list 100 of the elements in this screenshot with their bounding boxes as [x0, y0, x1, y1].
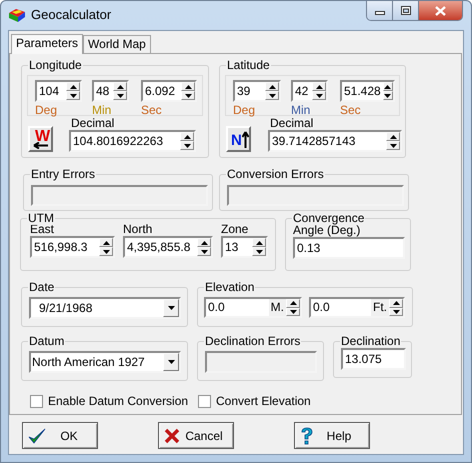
spin-down-button[interactable]: [197, 247, 211, 256]
group-label: Elevation: [204, 280, 256, 294]
number-field[interactable]: 48: [92, 80, 129, 102]
tab[interactable]: Parameters: [11, 34, 84, 54]
spin-down-button[interactable]: [66, 91, 80, 100]
group-label: Longitude: [28, 58, 83, 72]
field-label: Min: [291, 103, 312, 117]
help-button[interactable]: Help: [294, 422, 370, 449]
down-triangle-icon: [290, 310, 296, 314]
spin-up-button[interactable]: [386, 132, 400, 141]
number-field[interactable]: 4,395,855.8: [123, 236, 213, 258]
up-triangle-icon: [184, 84, 192, 88]
up-triangle-icon: [200, 240, 208, 244]
number-field[interactable]: 0.0 Ft.: [309, 297, 405, 318]
field-label: Min: [92, 103, 112, 117]
spin-up-button[interactable]: [312, 82, 326, 91]
spin-up-button[interactable]: [113, 82, 127, 91]
down-triangle-icon: [268, 94, 276, 98]
down-triangle-icon: [184, 144, 190, 148]
group-label: Declination: [340, 334, 402, 348]
field-label: Sec: [340, 103, 362, 117]
down-triangle-icon: [168, 306, 174, 310]
up-triangle-icon: [256, 240, 262, 244]
spin-up-button[interactable]: [66, 82, 80, 91]
checkbox[interactable]: [198, 394, 211, 408]
down-triangle-icon: [390, 144, 396, 148]
field-label: East: [30, 222, 56, 236]
window-title: Geocalculator: [31, 7, 112, 23]
left-arrow-icon: [33, 142, 48, 149]
group-label: Entry Errors: [30, 167, 96, 181]
number-field[interactable]: 13: [221, 236, 268, 258]
dropdown-field[interactable]: North American 1927: [29, 351, 181, 373]
hemisphere-button[interactable]: W: [28, 126, 53, 152]
ok-button[interactable]: OK: [22, 422, 98, 449]
spin-up-button[interactable]: [286, 299, 300, 308]
spin-down-button[interactable]: [181, 91, 195, 100]
spin-down-button[interactable]: [99, 247, 113, 256]
spin-down-button[interactable]: [386, 141, 400, 150]
spin-up-button[interactable]: [180, 132, 194, 141]
up-triangle-icon: [268, 84, 276, 88]
number-field[interactable]: 13.075: [341, 348, 406, 370]
down-triangle-icon: [384, 94, 392, 98]
up-triangle-icon: [116, 84, 124, 88]
number-field[interactable]: 104: [35, 80, 82, 102]
spin-down-button[interactable]: [180, 141, 194, 150]
dropdown-button[interactable]: [163, 353, 179, 371]
close-icon: [435, 6, 446, 16]
down-triangle-icon: [70, 94, 76, 98]
question-icon: [300, 426, 314, 444]
spin-up-button[interactable]: [181, 82, 195, 91]
checkbox[interactable]: [30, 394, 43, 408]
maximize-button[interactable]: [393, 1, 419, 20]
dropdown-button[interactable]: [163, 299, 179, 317]
minimize-button[interactable]: [367, 1, 393, 20]
number-field[interactable]: 0.0 M.: [204, 297, 302, 318]
close-button[interactable]: [419, 1, 462, 20]
field-label: Zone: [221, 222, 250, 236]
down-triangle-icon: [316, 94, 322, 98]
spin-up-button[interactable]: [389, 299, 403, 308]
spin-up-button[interactable]: [382, 82, 393, 91]
hemisphere-button[interactable]: N: [226, 126, 251, 152]
spin-down-button[interactable]: [252, 247, 266, 256]
number-field[interactable]: 0.13: [293, 237, 405, 259]
field-label: Deg: [35, 103, 58, 117]
field-label: Angle (Deg.): [293, 223, 360, 237]
spin-up-button[interactable]: [99, 238, 113, 247]
up-triangle-icon: [184, 134, 190, 138]
up-triangle-icon: [384, 84, 392, 88]
dropdown-field[interactable]: 9/21/1968: [29, 297, 181, 319]
down-triangle-icon: [256, 250, 262, 254]
group-label: UTM: [27, 211, 55, 225]
number-field[interactable]: 51.428: [340, 80, 395, 102]
spin-down-button[interactable]: [312, 91, 326, 100]
spin-up-button[interactable]: [265, 82, 279, 91]
number-field[interactable]: 39: [233, 80, 281, 102]
down-triangle-icon: [168, 360, 174, 364]
cross-icon: [164, 428, 180, 444]
number-field[interactable]: 42: [291, 80, 328, 102]
spin-down-button[interactable]: [113, 91, 127, 100]
unit-label: Ft.: [371, 299, 389, 316]
spin-up-button[interactable]: [197, 238, 211, 247]
decimal-field[interactable]: 39.7142857143: [268, 130, 402, 152]
spin-down-button[interactable]: [265, 91, 279, 100]
field-label: Deg: [233, 103, 256, 117]
cancel-button[interactable]: Cancel: [158, 422, 234, 449]
up-triangle-icon: [102, 240, 110, 244]
up-triangle-icon: [390, 134, 396, 138]
spin-down-button[interactable]: [382, 91, 393, 100]
tab[interactable]: World Map: [83, 35, 151, 53]
decimal-field[interactable]: 104.8016922263: [69, 130, 196, 152]
field-label: Decimal: [270, 116, 314, 130]
down-triangle-icon: [200, 250, 208, 254]
group-label: Conversion Errors: [226, 167, 325, 181]
unit-label: M.: [268, 299, 286, 316]
spin-up-button[interactable]: [252, 238, 266, 247]
group-label: Declination Errors: [204, 334, 302, 348]
number-field[interactable]: 516,998.3: [30, 236, 115, 258]
number-field[interactable]: 6.092: [141, 80, 197, 102]
check-icon: [28, 428, 46, 444]
up-triangle-icon: [392, 301, 400, 306]
